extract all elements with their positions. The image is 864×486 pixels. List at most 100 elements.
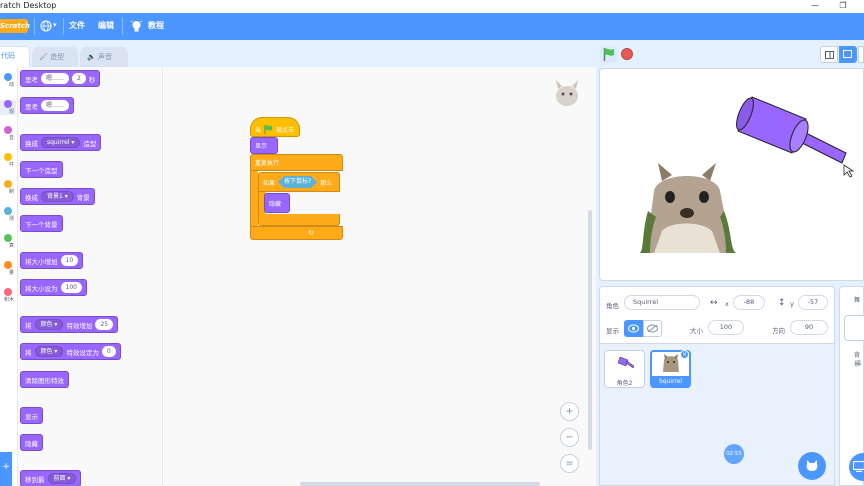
chevron-down-icon[interactable]: ▾ bbox=[53, 21, 57, 29]
squirrel-sprite-icon[interactable] bbox=[640, 161, 740, 253]
category-dot bbox=[4, 261, 12, 269]
squirrel-thumbnail-icon bbox=[663, 354, 679, 372]
category-looks[interactable]: 观 bbox=[0, 100, 16, 115]
block-text: 特效增加 bbox=[66, 321, 93, 330]
small-stage-icon bbox=[825, 51, 834, 59]
block-input[interactable]: 嗯…… bbox=[41, 100, 70, 111]
menu-edit[interactable]: 编辑 bbox=[98, 20, 114, 31]
sprite-name-input[interactable]: Squirrel bbox=[624, 295, 700, 310]
block-input[interactable]: 2 bbox=[72, 73, 86, 84]
block-input[interactable]: 10 bbox=[60, 255, 79, 266]
block-input[interactable]: 嗯…… bbox=[41, 73, 70, 84]
category-control[interactable]: 制 bbox=[0, 180, 16, 195]
block-text: 当 bbox=[255, 126, 262, 134]
category-dot bbox=[4, 73, 12, 81]
zoom-reset-button[interactable]: = bbox=[560, 454, 579, 473]
stage-pane[interactable]: 舞 背景 1 bbox=[839, 286, 864, 486]
fullscreen-button[interactable] bbox=[858, 46, 864, 63]
block-set-size[interactable]: 将大小设为 100 bbox=[20, 279, 87, 296]
menu-file[interactable]: 文件 bbox=[69, 20, 85, 31]
menu-separator bbox=[63, 18, 64, 35]
sprite-thumbnail-icon bbox=[556, 80, 578, 106]
effect-dropdown[interactable]: 颜色 ▾ bbox=[34, 319, 64, 330]
scratch-logo[interactable]: Scratch bbox=[0, 19, 30, 33]
dropdown-value: 背景1 bbox=[47, 193, 63, 200]
y-input[interactable]: -57 bbox=[798, 295, 828, 310]
small-stage-button[interactable] bbox=[820, 46, 838, 63]
choose-backdrop-button[interactable] bbox=[849, 453, 864, 481]
block-next-costume[interactable]: 下一个造型 bbox=[20, 161, 63, 178]
choose-sprite-button[interactable] bbox=[798, 452, 826, 480]
block-change-size[interactable]: 将大小增加 10 bbox=[20, 252, 84, 269]
show-block[interactable]: 显示 bbox=[250, 137, 278, 154]
block-next-backdrop[interactable]: 下一个背景 bbox=[20, 215, 63, 232]
category-operators[interactable]: 算 bbox=[0, 234, 16, 249]
tab-code[interactable]: 代码 bbox=[0, 46, 30, 67]
block-text: 背景 bbox=[76, 193, 90, 202]
globe-icon[interactable] bbox=[40, 20, 52, 32]
when-flag-clicked-block[interactable]: 当 被点击 bbox=[250, 117, 300, 137]
costume-dropdown[interactable]: squirrel ▾ bbox=[41, 137, 81, 148]
mouse-down-sensing-block[interactable]: 按下鼠标? bbox=[278, 176, 317, 188]
zoom-out-button[interactable]: − bbox=[560, 428, 579, 447]
script-area[interactable]: 当 被点击 显示 重复执行 ↻ 如果 按下鼠标? 那么 隐藏 + − = bbox=[164, 67, 596, 486]
hide-block[interactable]: 隐藏 bbox=[264, 193, 290, 213]
tab-costumes[interactable]: 🖌 造型 bbox=[32, 47, 78, 67]
layer-dropdown[interactable]: 前面 ▾ bbox=[47, 473, 77, 484]
block-text: 换成 bbox=[25, 193, 38, 202]
block-switch-costume[interactable]: 换成 squirrel ▾ 造型 bbox=[20, 134, 102, 151]
x-input[interactable]: -88 bbox=[733, 295, 765, 310]
lightbulb-icon[interactable] bbox=[131, 20, 142, 33]
large-stage-button[interactable] bbox=[839, 46, 857, 63]
zoom-in-button[interactable]: + bbox=[560, 402, 579, 421]
block-text: 那么 bbox=[320, 179, 333, 187]
script-vertical-scrollbar[interactable] bbox=[588, 210, 592, 450]
backdrop-dropdown[interactable]: 背景1 ▾ bbox=[41, 191, 74, 202]
block-input[interactable]: 0 bbox=[101, 346, 116, 357]
block-input[interactable]: 25 bbox=[95, 319, 114, 330]
block-input[interactable]: 100 bbox=[60, 282, 82, 293]
category-variables[interactable]: 量 bbox=[0, 261, 16, 276]
stage[interactable] bbox=[599, 68, 864, 281]
stop-button[interactable] bbox=[621, 48, 633, 60]
brush-icon: 🖌 bbox=[39, 53, 48, 61]
menu-tutorials[interactable]: 教程 bbox=[148, 20, 164, 31]
block-hide[interactable]: 隐藏 bbox=[20, 434, 43, 451]
block-set-effect[interactable]: 将 颜色 ▾ 特效设定为 0 bbox=[20, 343, 121, 360]
size-input[interactable]: 100 bbox=[708, 320, 744, 335]
category-dot bbox=[4, 126, 12, 134]
category-motion[interactable]: 动 bbox=[0, 73, 16, 88]
stage-thumbnail[interactable] bbox=[844, 315, 864, 341]
show-visible-button[interactable] bbox=[624, 320, 643, 337]
category-sensing[interactable]: 测 bbox=[0, 207, 16, 222]
category-label: 制 bbox=[8, 189, 14, 195]
script-horizontal-scrollbar[interactable] bbox=[300, 482, 540, 486]
hammer-sprite-icon[interactable] bbox=[730, 89, 860, 179]
sprite-tile-selected[interactable]: Squirrel × bbox=[650, 350, 691, 388]
block-show[interactable]: 显示 bbox=[20, 407, 43, 424]
sprite-tile[interactable]: 角色2 bbox=[604, 350, 645, 388]
size-label: 大小 bbox=[690, 327, 703, 335]
add-extension-button[interactable]: + bbox=[0, 452, 12, 486]
delete-sprite-button[interactable]: × bbox=[680, 350, 689, 359]
minimize-button[interactable]: — bbox=[808, 0, 822, 12]
restore-button[interactable]: ❐ bbox=[836, 0, 850, 12]
block-clear-effects[interactable]: 清除图形特效 bbox=[20, 371, 69, 388]
tab-sounds[interactable]: 🔈 声音 bbox=[80, 47, 128, 67]
sprite-list: 角色2 Squirrel × 02:55 bbox=[599, 344, 835, 486]
block-think-for-secs[interactable]: 思考 嗯…… 2 秒 bbox=[20, 70, 101, 87]
green-flag-button[interactable] bbox=[600, 46, 617, 63]
direction-input[interactable]: 90 bbox=[790, 320, 828, 335]
block-change-effect[interactable]: 将 颜色 ▾ 特效增加 25 bbox=[20, 316, 119, 333]
menu-bar: Scratch ▾ 文件 编辑 教程 bbox=[0, 13, 864, 40]
show-hidden-button[interactable] bbox=[643, 320, 662, 337]
category-events[interactable]: 件 bbox=[0, 153, 16, 168]
category-sound[interactable]: 音 bbox=[0, 126, 16, 141]
y-arrows-icon: ↕ bbox=[778, 298, 786, 308]
block-go-to-layer[interactable]: 移到最 前面 ▾ bbox=[20, 470, 82, 486]
category-my-blocks[interactable]: 积木 bbox=[0, 288, 16, 303]
block-text: 清除图形特效 bbox=[25, 376, 64, 385]
block-switch-backdrop[interactable]: 换成 背景1 ▾ 背景 bbox=[20, 188, 95, 205]
block-think[interactable]: 思考 嗯…… bbox=[20, 97, 75, 114]
effect-dropdown[interactable]: 颜色 ▾ bbox=[34, 346, 64, 357]
